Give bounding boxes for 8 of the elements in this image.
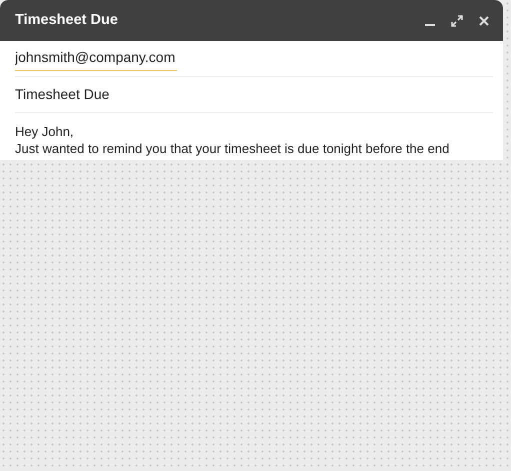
window-title: Timesheet Due	[15, 10, 118, 30]
minimize-button[interactable]	[425, 24, 435, 26]
subject-field[interactable]: Timesheet Due	[15, 84, 493, 105]
expand-button[interactable]	[451, 14, 463, 26]
close-button[interactable]	[479, 16, 489, 26]
recipient-field[interactable]: johnsmith@company.com	[15, 46, 177, 70]
body-text-line: Hey John,	[15, 123, 75, 140]
body-text-line: Just wanted to remind you that your timesheet is due tonight before the end	[15, 140, 450, 157]
